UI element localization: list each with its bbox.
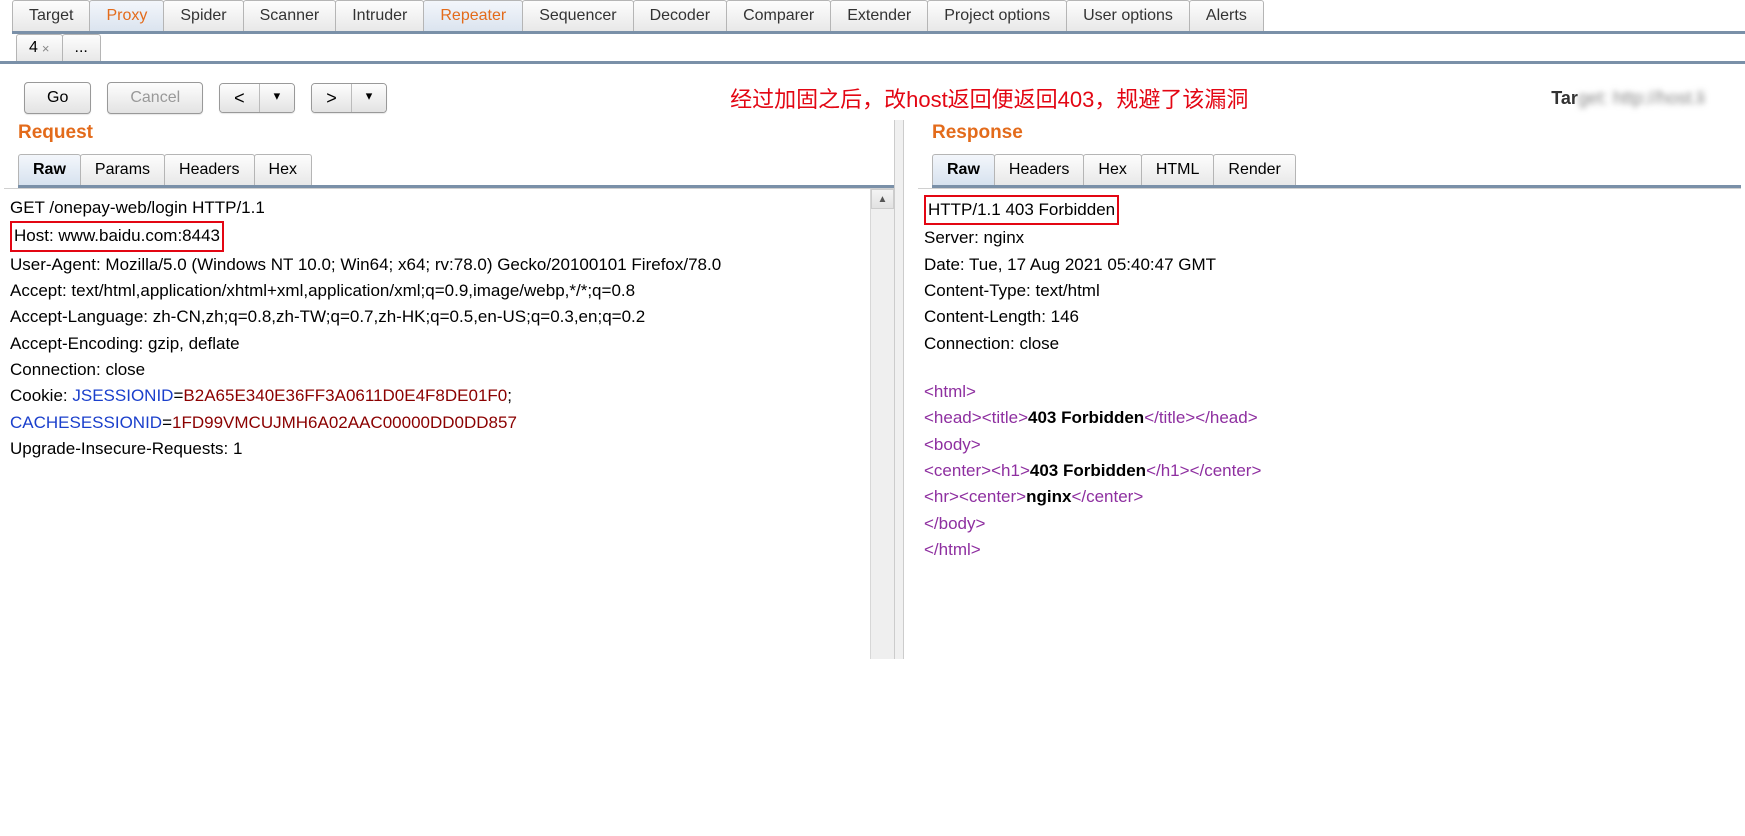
panels: Request Raw Params Headers Hex GET /onep… xyxy=(0,120,1745,659)
toolbar: Go Cancel < ▾ > ▾ 经过加固之后，改host返回便返回403，规… xyxy=(0,64,1745,120)
response-body-line: </body> xyxy=(924,511,1737,537)
status-line-highlight: HTTP/1.1 403 Forbidden xyxy=(924,195,1119,225)
host-header-highlight: Host: www.baidu.com:8443 xyxy=(10,221,224,251)
repeater-tab-number: 4 xyxy=(29,39,38,57)
response-tab-html[interactable]: HTML xyxy=(1141,154,1215,185)
panel-splitter[interactable] xyxy=(894,120,904,659)
request-scrollbar[interactable]: ▲ xyxy=(870,189,894,659)
repeater-tab-bar: 4 × ... xyxy=(0,34,1745,64)
tab-intruder[interactable]: Intruder xyxy=(335,0,424,31)
tab-alerts[interactable]: Alerts xyxy=(1189,0,1264,31)
response-tab-hex[interactable]: Hex xyxy=(1083,154,1141,185)
caret-down-icon[interactable]: ▾ xyxy=(259,84,295,112)
response-content-wrap: HTTP/1.1 403 Forbidden Server: nginx Dat… xyxy=(918,188,1741,659)
repeater-tab-new[interactable]: ... xyxy=(62,34,101,61)
response-tab-render[interactable]: Render xyxy=(1213,154,1295,185)
request-header-line: Connection: close xyxy=(10,357,866,383)
response-header-line: Content-Type: text/html xyxy=(924,278,1737,304)
tab-sequencer[interactable]: Sequencer xyxy=(522,0,633,31)
response-header-line: Date: Tue, 17 Aug 2021 05:40:47 GMT xyxy=(924,252,1737,278)
response-body-line: <hr><center>nginx</center> xyxy=(924,484,1737,510)
request-cookie-line: Cookie: JSESSIONID=B2A65E340E36FF3A0611D… xyxy=(10,383,866,409)
target-label: Target: http://host.li xyxy=(1551,88,1725,109)
response-tab-headers[interactable]: Headers xyxy=(994,154,1084,185)
tab-repeater[interactable]: Repeater xyxy=(423,0,523,31)
chevron-right-icon[interactable]: > xyxy=(312,84,351,112)
history-prev-button[interactable]: < ▾ xyxy=(219,83,295,113)
response-body-line: </html> xyxy=(924,537,1737,563)
history-next-button[interactable]: > ▾ xyxy=(311,83,387,113)
request-tab-headers[interactable]: Headers xyxy=(164,154,254,185)
response-header-line: Server: nginx xyxy=(924,225,1737,251)
response-body-line: <head><title>403 Forbidden</title></head… xyxy=(924,405,1737,431)
request-content-wrap: GET /onepay-web/login HTTP/1.1 Host: www… xyxy=(4,188,894,659)
go-button[interactable]: Go xyxy=(24,82,91,114)
scroll-up-icon[interactable]: ▲ xyxy=(871,189,894,209)
response-body-line: <center><h1>403 Forbidden</h1></center> xyxy=(924,458,1737,484)
target-blurred: get: http://host.li xyxy=(1578,88,1705,108)
response-tabs: Raw Headers Hex HTML Render xyxy=(932,154,1741,188)
tab-spider[interactable]: Spider xyxy=(163,0,243,31)
request-tab-params[interactable]: Params xyxy=(80,154,165,185)
request-header-line: Accept-Language: zh-CN,zh;q=0.8,zh-TW;q=… xyxy=(10,304,866,330)
tab-user-options[interactable]: User options xyxy=(1066,0,1190,31)
request-panel: Request Raw Params Headers Hex GET /onep… xyxy=(4,120,894,659)
target-prefix: Tar xyxy=(1551,88,1578,108)
response-body-line: <body> xyxy=(924,432,1737,458)
tab-decoder[interactable]: Decoder xyxy=(633,0,727,31)
repeater-tab-4[interactable]: 4 × xyxy=(16,34,63,61)
request-header-line: Accept: text/html,application/xhtml+xml,… xyxy=(10,278,866,304)
response-header-line: Connection: close xyxy=(924,331,1737,357)
response-title: Response xyxy=(918,120,1741,154)
main-tab-bar: Target Proxy Spider Scanner Intruder Rep… xyxy=(12,0,1745,34)
tab-project-options[interactable]: Project options xyxy=(927,0,1067,31)
tab-target[interactable]: Target xyxy=(12,0,90,31)
request-title: Request xyxy=(4,120,894,154)
response-panel: Response Raw Headers Hex HTML Render HTT… xyxy=(918,120,1741,659)
request-raw-editor[interactable]: GET /onepay-web/login HTTP/1.1 Host: www… xyxy=(4,189,870,659)
request-header-line: Accept-Encoding: gzip, deflate xyxy=(10,331,866,357)
chevron-left-icon[interactable]: < xyxy=(220,84,259,112)
cancel-button[interactable]: Cancel xyxy=(107,82,203,114)
response-raw-viewer[interactable]: HTTP/1.1 403 Forbidden Server: nginx Dat… xyxy=(918,189,1741,659)
tab-proxy[interactable]: Proxy xyxy=(89,0,164,31)
request-cookie-line: CACHESESSIONID=1FD99VMCUJMH6A02AAC00000D… xyxy=(10,410,866,436)
caret-down-icon[interactable]: ▾ xyxy=(351,84,387,112)
request-header-line: User-Agent: Mozilla/5.0 (Windows NT 10.0… xyxy=(10,252,866,278)
response-header-line: Content-Length: 146 xyxy=(924,304,1737,330)
tab-extender[interactable]: Extender xyxy=(830,0,928,31)
request-tab-hex[interactable]: Hex xyxy=(254,154,312,185)
request-header-line: Upgrade-Insecure-Requests: 1 xyxy=(10,436,866,462)
request-tabs: Raw Params Headers Hex xyxy=(18,154,894,188)
request-tab-raw[interactable]: Raw xyxy=(18,154,81,185)
response-tab-raw[interactable]: Raw xyxy=(932,154,995,185)
tab-comparer[interactable]: Comparer xyxy=(726,0,831,31)
tab-scanner[interactable]: Scanner xyxy=(243,0,337,31)
annotation-text: 经过加固之后，改host返回便返回403，规避了该漏洞 xyxy=(443,82,1535,114)
request-line: GET /onepay-web/login HTTP/1.1 xyxy=(10,195,866,221)
close-icon[interactable]: × xyxy=(42,41,50,56)
response-body-line: <html> xyxy=(924,379,1737,405)
